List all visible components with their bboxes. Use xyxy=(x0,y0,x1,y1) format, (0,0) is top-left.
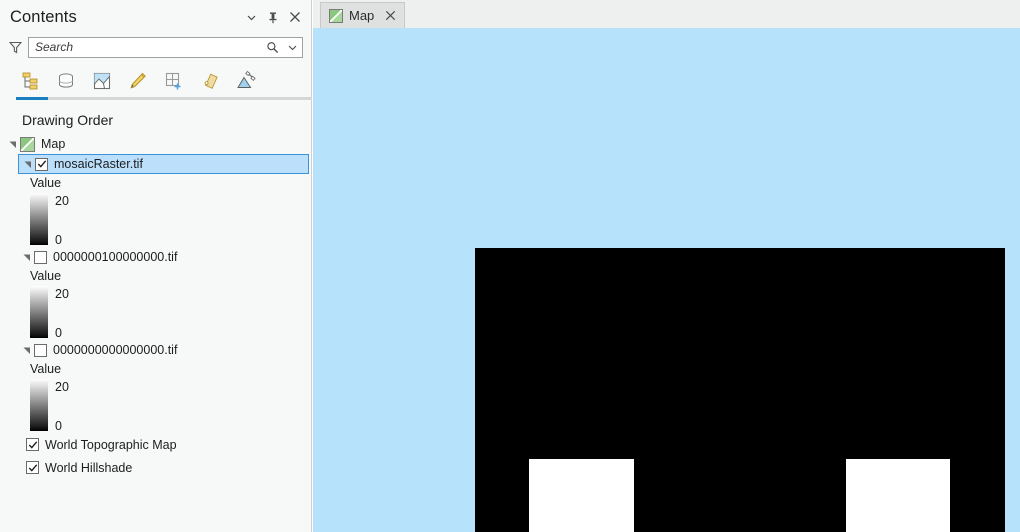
layer-checkbox[interactable] xyxy=(34,343,47,357)
ramp-labels: 20 0 xyxy=(55,193,95,247)
layer-label: mosaicRaster.tif xyxy=(54,157,143,171)
list-by-drawing-order-button[interactable] xyxy=(16,67,44,95)
layer-label: 0000000000000000.tif xyxy=(53,343,178,357)
legend-title: Value xyxy=(30,269,62,283)
pane-header-buttons xyxy=(241,0,305,34)
basemap-label: World Hillshade xyxy=(45,460,133,475)
pin-icon[interactable] xyxy=(263,7,283,27)
tree-node-map-label: Map xyxy=(41,137,66,151)
color-ramp xyxy=(30,193,48,245)
contents-pane-header: Contents xyxy=(0,0,311,34)
arcgis-pro-window: Contents Search Drawing Order Map mosaic… xyxy=(0,0,1020,532)
layer-tree: Map mosaicRaster.tif Value 20 0 00000001… xyxy=(0,134,311,479)
chevron-down-icon[interactable] xyxy=(241,7,261,27)
search-box[interactable] xyxy=(28,36,303,58)
layer-checkbox[interactable] xyxy=(34,250,47,264)
map-icon xyxy=(20,136,35,152)
list-by-diagrams-button[interactable] xyxy=(232,67,260,95)
layer-label: 0000000100000000.tif xyxy=(53,250,178,264)
contents-pane: Contents Search Drawing Order Map mosaic… xyxy=(0,0,312,532)
tab-map[interactable]: Map xyxy=(320,2,406,28)
chevron-down-icon[interactable] xyxy=(282,37,302,57)
filter-funnel-icon[interactable] xyxy=(4,36,26,58)
tab-strip: Map xyxy=(313,0,1020,28)
expander-icon[interactable] xyxy=(21,157,35,171)
tree-node-tile-0000000100000000[interactable]: 0000000100000000.tif xyxy=(18,247,311,267)
magnifier-icon[interactable] xyxy=(262,37,282,57)
legend-ramp: 20 0 xyxy=(0,286,311,340)
expander-icon[interactable] xyxy=(20,250,34,264)
toolbar-active-indicator xyxy=(16,97,48,100)
ramp-labels: 20 0 xyxy=(55,379,95,433)
close-icon[interactable] xyxy=(285,7,305,27)
list-by-labeling-button[interactable] xyxy=(196,67,224,95)
search-row xyxy=(0,34,311,60)
close-icon[interactable] xyxy=(383,8,398,23)
layer-checkbox[interactable] xyxy=(35,157,48,171)
page-title: Contents xyxy=(10,7,77,26)
legend-title: Value xyxy=(30,176,62,190)
color-ramp xyxy=(30,379,48,431)
tree-node-map[interactable]: Map xyxy=(0,134,311,154)
search-input[interactable] xyxy=(29,39,262,55)
toolbar-underline xyxy=(16,97,312,100)
tree-node-world-hillshade[interactable]: World Hillshade xyxy=(0,456,311,479)
nodata-patch-right xyxy=(846,459,950,532)
map-canvas[interactable] xyxy=(313,28,1020,532)
ramp-high-value: 20 xyxy=(55,287,69,301)
tree-node-mosaic-raster[interactable]: mosaicRaster.tif xyxy=(18,154,309,174)
mosaic-raster-display xyxy=(475,248,1005,532)
legend-ramp: 20 0 xyxy=(0,193,311,247)
expander-icon[interactable] xyxy=(20,343,34,357)
ramp-low-value: 0 xyxy=(55,233,62,247)
expander-icon[interactable] xyxy=(6,137,20,151)
list-by-snapping-button[interactable] xyxy=(88,67,116,95)
legend-tile-0000000000000000: Value 20 0 xyxy=(0,360,311,433)
drawing-order-label: Drawing Order xyxy=(22,112,114,128)
basemap-label: World Topographic Map xyxy=(45,437,177,452)
legend-tile-0000000100000000: Value 20 0 xyxy=(0,267,311,340)
map-area: Map xyxy=(313,0,1020,532)
basemap-checkbox[interactable] xyxy=(26,438,39,451)
legend-mosaic-raster: Value 20 0 xyxy=(0,174,311,247)
ramp-low-value: 0 xyxy=(55,419,62,433)
list-by-selection-button[interactable] xyxy=(160,67,188,95)
ramp-labels: 20 0 xyxy=(55,286,95,340)
tree-node-world-topographic-map[interactable]: World Topographic Map xyxy=(0,433,311,456)
list-by-editing-button[interactable] xyxy=(124,67,152,95)
basemap-checkbox[interactable] xyxy=(26,461,39,474)
ramp-low-value: 0 xyxy=(55,326,62,340)
ramp-high-value: 20 xyxy=(55,194,69,208)
tree-node-tile-0000000000000000[interactable]: 0000000000000000.tif xyxy=(18,340,311,360)
map-icon xyxy=(329,8,343,23)
contents-toolbar xyxy=(0,64,312,100)
nodata-patch-left xyxy=(529,459,634,532)
legend-ramp: 20 0 xyxy=(0,379,311,433)
legend-title: Value xyxy=(30,362,62,376)
list-by-data-source-button[interactable] xyxy=(52,67,80,95)
ramp-high-value: 20 xyxy=(55,380,69,394)
tab-map-label: Map xyxy=(349,8,375,23)
color-ramp xyxy=(30,286,48,338)
